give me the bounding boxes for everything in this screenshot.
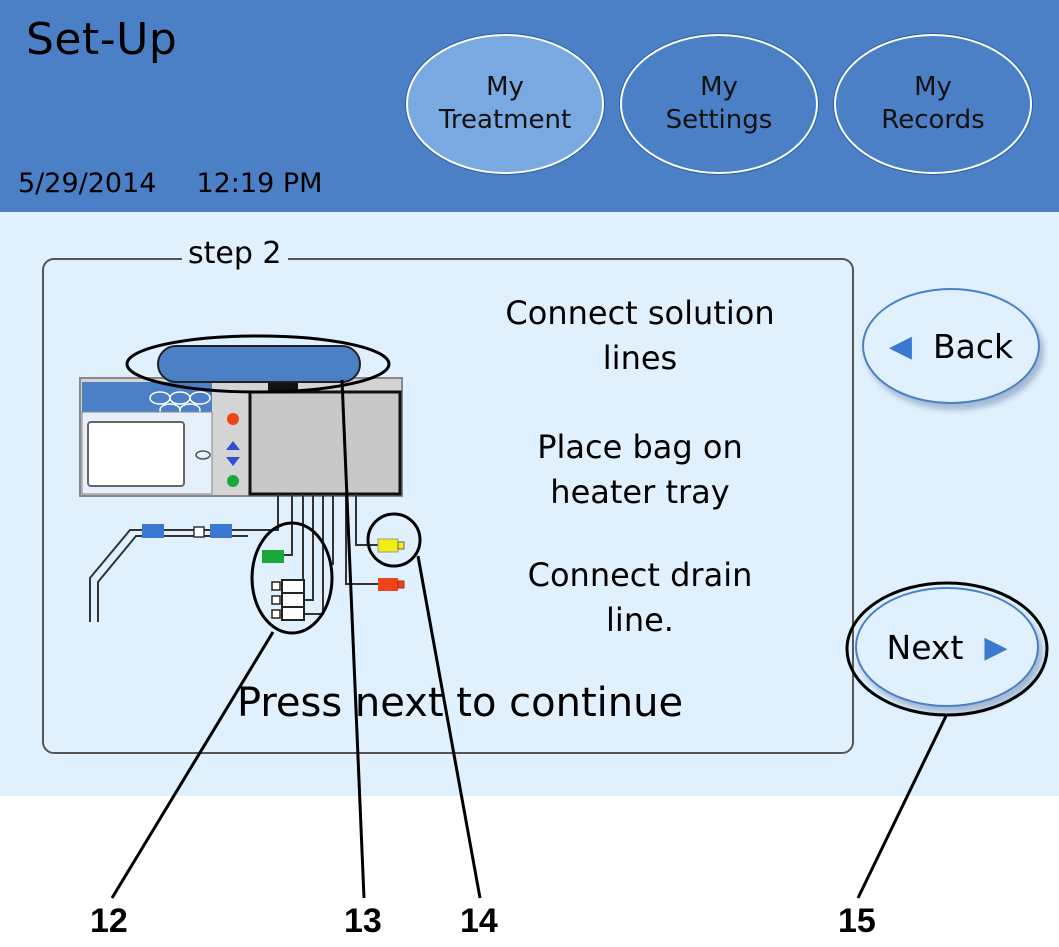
leader-line-14 — [416, 555, 482, 899]
callout-circle-15 — [845, 581, 1049, 717]
callout-annotations — [110, 379, 1049, 899]
leader-line-13 — [340, 379, 366, 899]
callout-label-15: 15 — [838, 902, 876, 940]
callout-label-14: 14 — [460, 902, 498, 940]
leader-line-12 — [110, 631, 275, 899]
leader-line-15 — [856, 715, 948, 899]
callout-label-12: 12 — [90, 902, 128, 940]
callout-label-13: 13 — [344, 902, 382, 940]
